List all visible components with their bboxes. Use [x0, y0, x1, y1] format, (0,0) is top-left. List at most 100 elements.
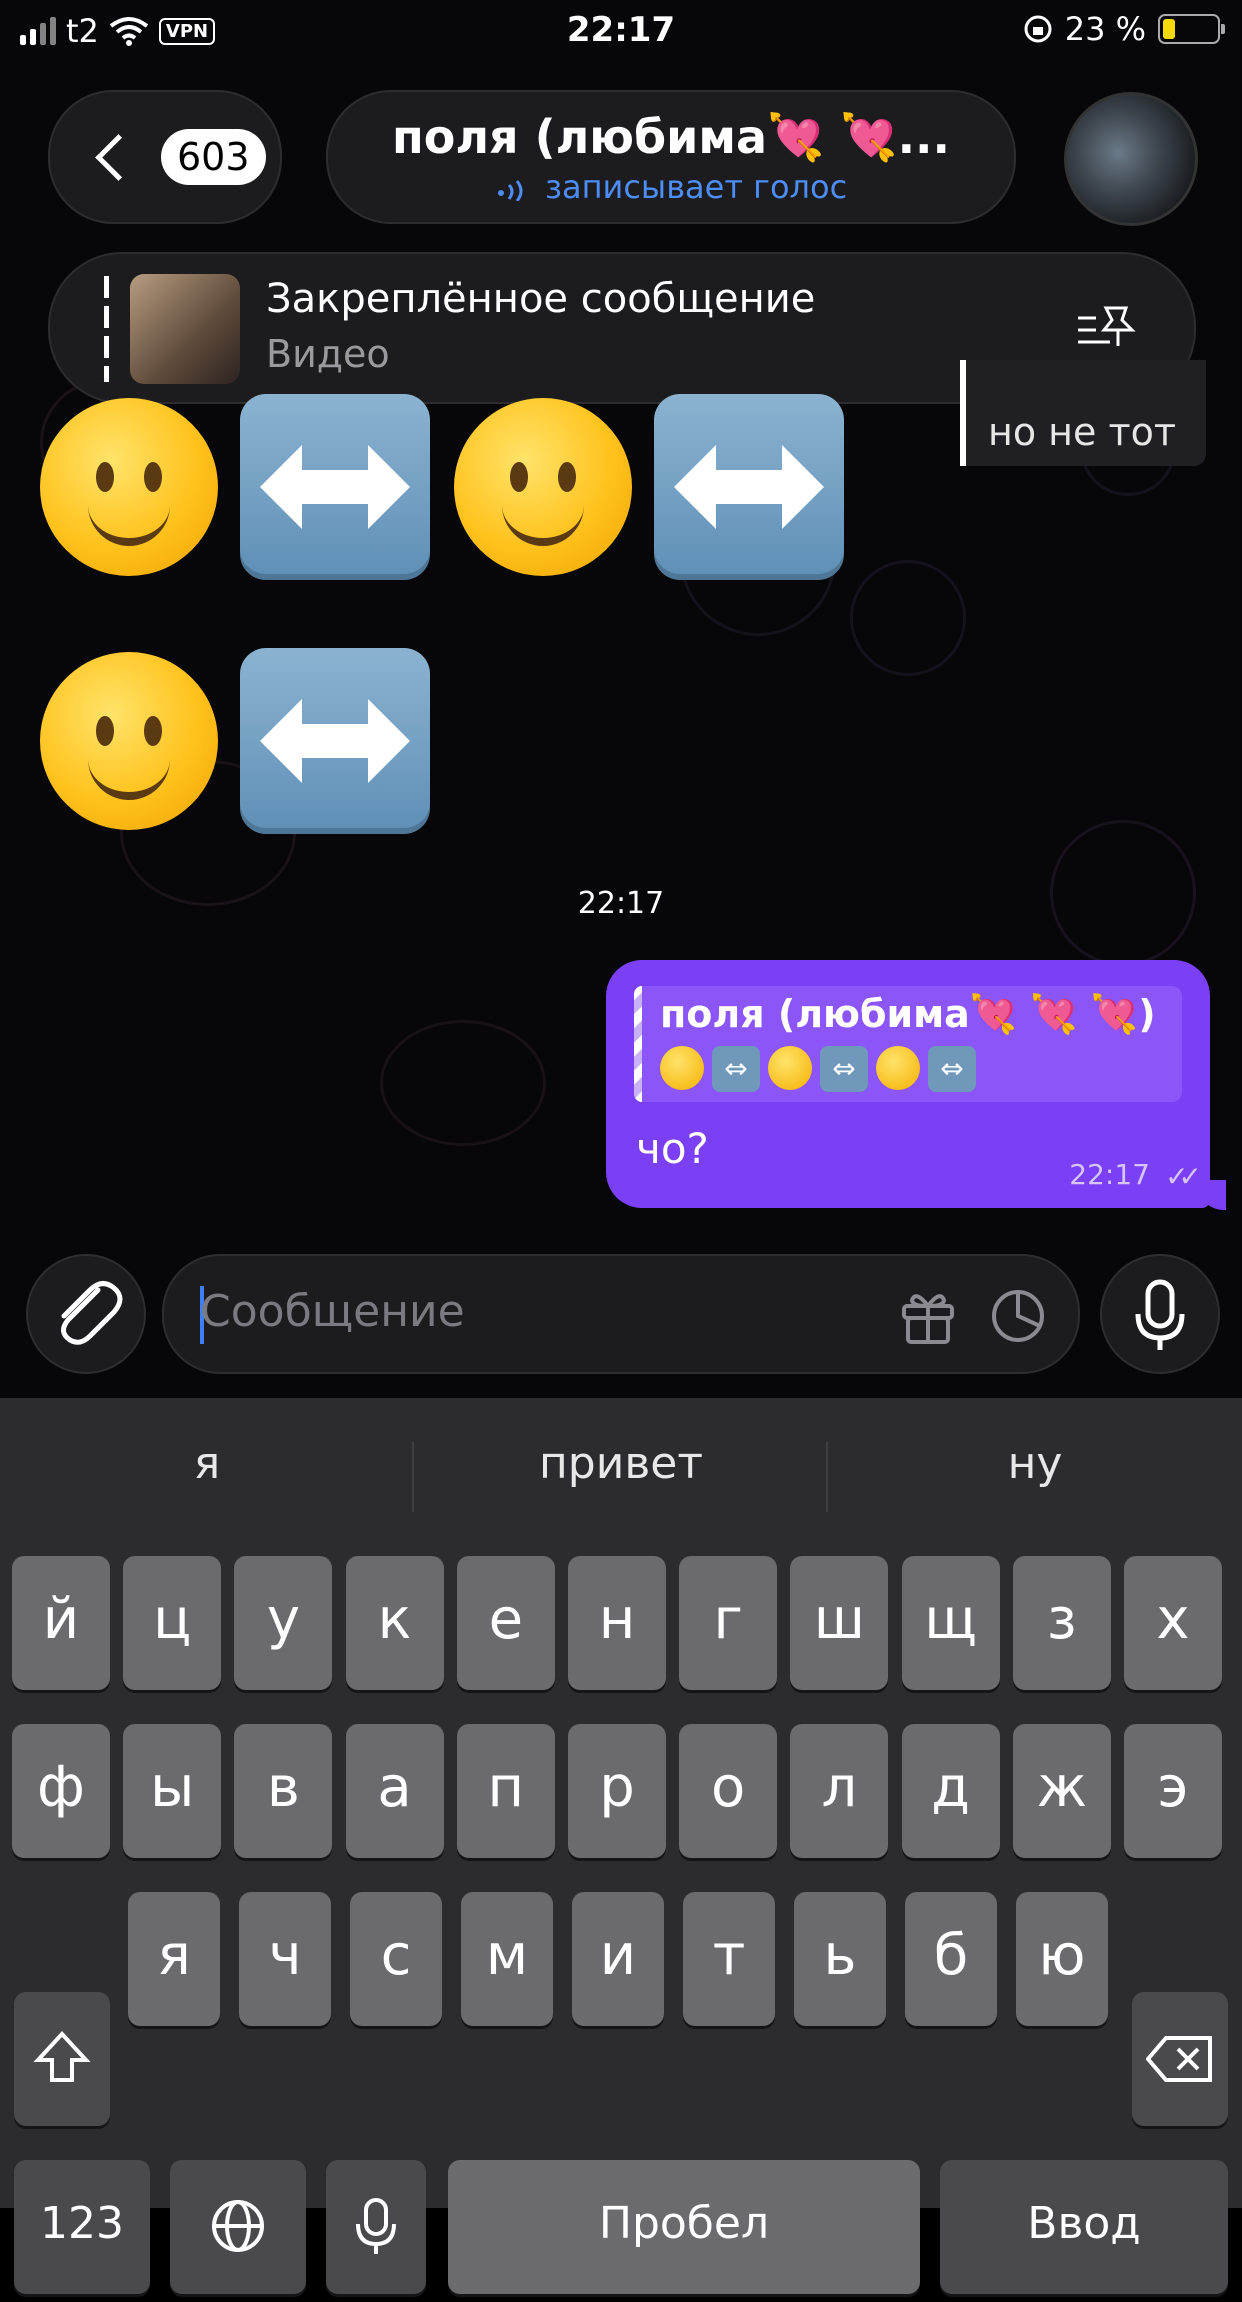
key-н[interactable]: н	[568, 1556, 666, 1690]
enter-key[interactable]: Ввод	[940, 2160, 1228, 2294]
left-right-arrow-emoji[interactable]	[240, 648, 430, 834]
key-в[interactable]: в	[234, 1724, 333, 1858]
key-с[interactable]: с	[350, 1892, 442, 2026]
key-ч[interactable]: ч	[239, 1892, 331, 2026]
chat-avatar[interactable]	[1064, 92, 1198, 226]
key-я[interactable]: я	[128, 1892, 220, 2026]
reply-quote[interactable]: поля (любима💘 💘 💘) ⇔ ⇔ ⇔	[634, 986, 1182, 1102]
key-т[interactable]: т	[683, 1892, 775, 2026]
key-э[interactable]: э	[1124, 1724, 1222, 1858]
suggestion-item[interactable]: привет	[414, 1438, 828, 1489]
backspace-key[interactable]	[1132, 1992, 1228, 2126]
chevron-left-icon	[95, 133, 142, 181]
partial-message-text: но не тот	[988, 410, 1176, 454]
dictation-key[interactable]	[326, 2160, 426, 2294]
chat-status: записывает голос	[328, 168, 1014, 206]
battery-icon	[1158, 14, 1225, 44]
key-л[interactable]: л	[790, 1724, 889, 1858]
chat-title: поля (любима💘 💘...	[391, 110, 951, 164]
key-ы[interactable]: ы	[123, 1724, 222, 1858]
key-д[interactable]: д	[901, 1724, 1000, 1858]
numbers-key[interactable]: 123	[14, 2160, 150, 2294]
slightly-smiling-face-emoji	[660, 1046, 704, 1090]
backspace-icon	[1145, 2036, 1212, 2082]
pinned-list-icon[interactable]	[1074, 304, 1138, 352]
message-timestamp: 22:17	[577, 886, 665, 921]
key-х[interactable]: х	[1124, 1556, 1222, 1690]
left-right-arrow-emoji[interactable]	[654, 394, 844, 580]
gift-icon[interactable]	[898, 1286, 958, 1346]
reply-emoji-preview: ⇔ ⇔ ⇔	[660, 1046, 976, 1092]
battery-percent: 23 %	[1064, 10, 1146, 48]
reply-indicator	[634, 986, 642, 1102]
key-ь[interactable]: ь	[794, 1892, 886, 2026]
shift-key[interactable]	[14, 1992, 110, 2126]
background-doodle	[850, 560, 966, 676]
attach-button[interactable]	[26, 1254, 146, 1374]
key-г[interactable]: г	[679, 1556, 778, 1690]
slightly-smiling-face-emoji[interactable]	[40, 652, 218, 830]
chat-status-text: записывает голос	[544, 168, 848, 206]
left-right-arrow-emoji[interactable]	[240, 394, 430, 580]
key-р[interactable]: р	[568, 1724, 666, 1858]
slightly-smiling-face-emoji	[768, 1046, 812, 1090]
back-button[interactable]: 603	[48, 90, 282, 224]
microphone-icon	[356, 2198, 396, 2254]
reply-sender-name: поля (любима💘 💘 💘)	[660, 992, 1156, 1036]
battery-fill	[1163, 19, 1175, 39]
slightly-smiling-face-emoji[interactable]	[40, 398, 218, 576]
key-й[interactable]: й	[12, 1556, 110, 1690]
voice-message-button[interactable]	[1100, 1254, 1220, 1374]
space-key[interactable]: Пробел	[448, 2160, 920, 2294]
pinned-subtitle: Видео	[266, 332, 390, 376]
key-а[interactable]: а	[345, 1724, 444, 1858]
message-input[interactable]: Сообщение	[162, 1254, 1080, 1374]
message-time: 22:17	[1069, 1158, 1150, 1191]
pinned-title: Закреплённое сообщение	[266, 276, 816, 322]
pinned-indicator	[104, 276, 109, 382]
key-у[interactable]: у	[234, 1556, 333, 1690]
globe-key[interactable]	[170, 2160, 306, 2294]
pinned-video-thumbnail	[130, 274, 240, 384]
key-е[interactable]: е	[456, 1556, 555, 1690]
reply-indicator	[960, 360, 966, 466]
key-щ[interactable]: щ	[901, 1556, 1000, 1690]
slightly-smiling-face-emoji[interactable]	[454, 398, 632, 576]
key-з[interactable]: з	[1012, 1556, 1111, 1690]
shift-icon	[33, 2031, 91, 2082]
key-ф[interactable]: ф	[12, 1724, 110, 1858]
read-status-icon: ✓✓	[1165, 1160, 1202, 1193]
key-б[interactable]: б	[905, 1892, 997, 2026]
slightly-smiling-face-emoji	[876, 1046, 920, 1090]
voice-recording-icon	[497, 180, 523, 201]
message-text: чо?	[636, 1124, 709, 1173]
microphone-icon	[1135, 1279, 1185, 1350]
partial-message-bubble[interactable]: но не тот	[960, 360, 1206, 466]
chat-title-area[interactable]: поля (любима💘 💘... записывает голос	[326, 90, 1016, 224]
orientation-lock-icon	[1024, 15, 1052, 43]
suggestion-item[interactable]: я	[0, 1438, 414, 1489]
key-п[interactable]: п	[456, 1724, 555, 1858]
message-placeholder: Сообщение	[200, 1286, 465, 1337]
key-ц[interactable]: ц	[123, 1556, 222, 1690]
key-к[interactable]: к	[345, 1556, 444, 1690]
key-м[interactable]: м	[461, 1892, 553, 2026]
suggestion-bar: я привет ну	[0, 1398, 1242, 1518]
left-right-arrow-emoji: ⇔	[820, 1046, 868, 1092]
key-о[interactable]: о	[679, 1724, 778, 1858]
keyboard: я привет ну 123 Пробел Ввод йц у к е н г…	[0, 1398, 1242, 2294]
paperclip-icon	[61, 1281, 123, 1345]
sticker-icon[interactable]	[988, 1286, 1048, 1346]
key-и[interactable]: и	[572, 1892, 664, 2026]
left-right-arrow-emoji: ⇔	[928, 1046, 976, 1092]
globe-icon	[212, 2200, 264, 2252]
key-ю[interactable]: ю	[1016, 1892, 1108, 2026]
left-right-arrow-emoji: ⇔	[712, 1046, 760, 1092]
suggestion-item[interactable]: ну	[828, 1438, 1242, 1489]
status-bar: t2 VPN 22:17 23 %	[0, 0, 1242, 62]
outgoing-message-bubble[interactable]: поля (любима💘 💘 💘) ⇔ ⇔ ⇔ чо? 22:17 ✓✓	[606, 960, 1210, 1208]
unread-count-badge: 603	[161, 129, 266, 185]
background-doodle	[380, 1020, 546, 1146]
key-ж[interactable]: ж	[1012, 1724, 1111, 1858]
key-ш[interactable]: ш	[790, 1556, 889, 1690]
